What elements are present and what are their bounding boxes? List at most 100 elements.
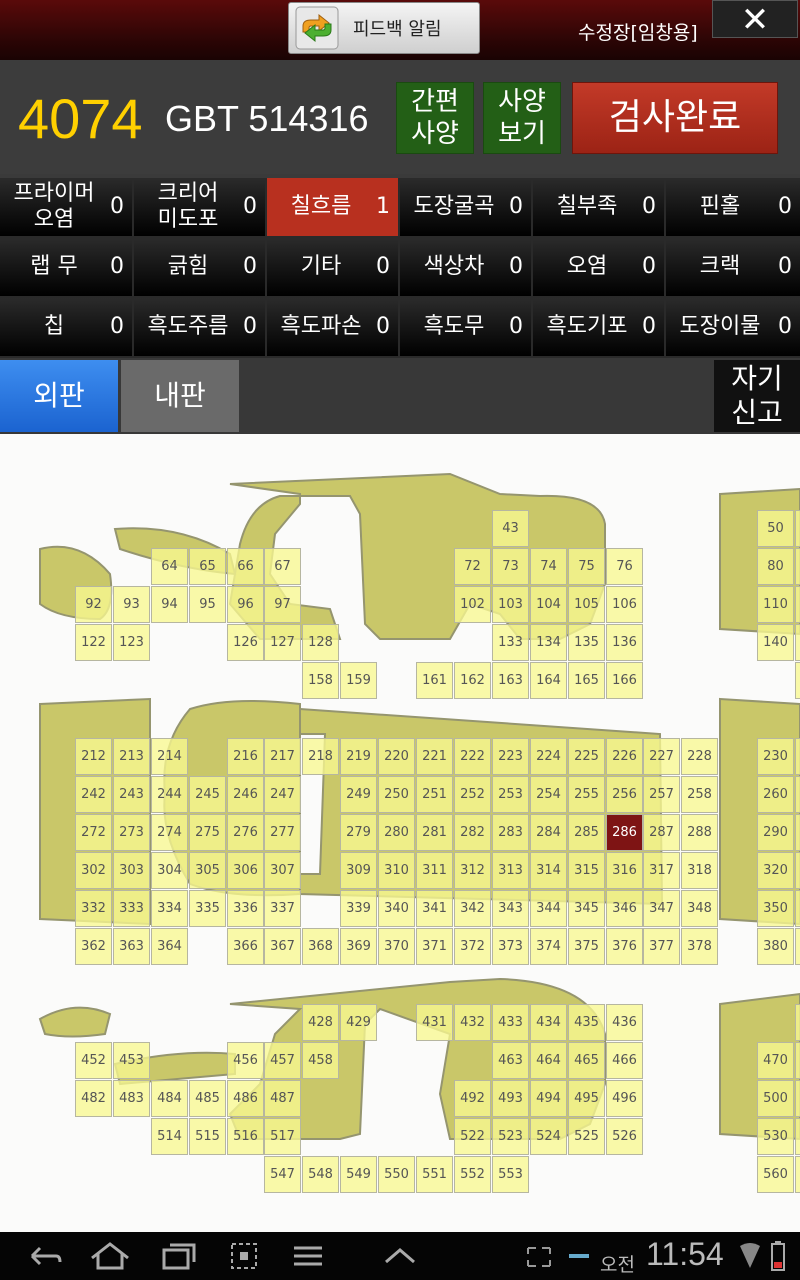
grid-cell[interactable]: 493	[492, 1080, 529, 1117]
menu-icon[interactable]	[290, 1232, 326, 1280]
grid-cell[interactable]: 128	[302, 624, 339, 661]
grid-cell[interactable]: 316	[606, 852, 643, 889]
grid-cell[interactable]: 213	[113, 738, 150, 775]
grid-cell[interactable]: 223	[492, 738, 529, 775]
grid-cell[interactable]: 72	[454, 548, 491, 585]
grid-cell[interactable]: 126	[227, 624, 264, 661]
grid-cell[interactable]: 525	[568, 1118, 605, 1155]
grid-cell[interactable]: 501	[795, 1080, 800, 1117]
defect-type-button[interactable]: 흑도기포 0	[533, 298, 664, 356]
grid-cell[interactable]: 284	[530, 814, 567, 851]
inspection-complete-button[interactable]: 검사완료	[572, 82, 778, 154]
grid-cell[interactable]: 158	[302, 662, 339, 699]
grid-cell[interactable]: 227	[643, 738, 680, 775]
grid-cell[interactable]: 222	[454, 738, 491, 775]
grid-cell[interactable]: 340	[378, 890, 415, 927]
grid-cell[interactable]: 283	[492, 814, 529, 851]
grid-cell[interactable]: 272	[75, 814, 112, 851]
tab-inner-panel[interactable]: 내판	[121, 360, 239, 432]
grid-cell[interactable]: 43	[492, 510, 529, 547]
grid-cell[interactable]: 253	[492, 776, 529, 813]
grid-cell[interactable]: 370	[378, 928, 415, 965]
grid-cell[interactable]: 372	[454, 928, 491, 965]
grid-cell[interactable]: 245	[189, 776, 226, 813]
defect-type-button[interactable]: 흑도무 0	[400, 298, 531, 356]
grid-cell[interactable]: 305	[189, 852, 226, 889]
grid-cell[interactable]: 343	[492, 890, 529, 927]
grid-cell[interactable]: 363	[113, 928, 150, 965]
grid-cell[interactable]: 307	[264, 852, 301, 889]
grid-cell[interactable]: 381	[795, 928, 800, 965]
grid-cell[interactable]: 345	[568, 890, 605, 927]
grid-cell[interactable]: 492	[454, 1080, 491, 1117]
grid-cell[interactable]: 486	[227, 1080, 264, 1117]
grid-cell[interactable]: 64	[151, 548, 188, 585]
grid-cell[interactable]: 522	[454, 1118, 491, 1155]
grid-cell[interactable]: 220	[378, 738, 415, 775]
grid-cell[interactable]: 103	[492, 586, 529, 623]
grid-cell[interactable]: 281	[416, 814, 453, 851]
feedback-notification-button[interactable]: 피드백 알림	[288, 2, 480, 54]
grid-cell[interactable]: 76	[606, 548, 643, 585]
grid-cell[interactable]: 95	[189, 586, 226, 623]
grid-cell[interactable]: 344	[530, 890, 567, 927]
grid-cell[interactable]: 244	[151, 776, 188, 813]
grid-cell[interactable]: 560	[757, 1156, 794, 1193]
defect-type-button[interactable]: 색상차 0	[400, 238, 531, 296]
defect-type-button[interactable]: 오염 0	[533, 238, 664, 296]
grid-cell[interactable]: 123	[113, 624, 150, 661]
grid-cell[interactable]: 127	[264, 624, 301, 661]
grid-cell[interactable]: 524	[530, 1118, 567, 1155]
grid-cell[interactable]: 134	[530, 624, 567, 661]
grid-cell[interactable]: 136	[606, 624, 643, 661]
grid-cell[interactable]: 471	[795, 1042, 800, 1079]
grid-cell[interactable]: 261	[795, 776, 800, 813]
grid-cell[interactable]: 453	[113, 1042, 150, 1079]
grid-cell[interactable]: 378	[681, 928, 718, 965]
grid-cell[interactable]: 470	[757, 1042, 794, 1079]
grid-cell[interactable]: 456	[227, 1042, 264, 1079]
grid-cell[interactable]: 500	[757, 1080, 794, 1117]
grid-cell[interactable]: 334	[151, 890, 188, 927]
grid-cell[interactable]: 75	[568, 548, 605, 585]
grid-cell[interactable]: 321	[795, 852, 800, 889]
grid-cell[interactable]: 483	[113, 1080, 150, 1117]
grid-cell[interactable]: 342	[454, 890, 491, 927]
grid-cell[interactable]: 135	[568, 624, 605, 661]
grid-cell[interactable]: 66	[227, 548, 264, 585]
grid-cell[interactable]: 428	[302, 1004, 339, 1041]
defect-type-button[interactable]: 랩 무 0	[0, 238, 132, 296]
grid-cell[interactable]: 373	[492, 928, 529, 965]
grid-cell[interactable]: 285	[568, 814, 605, 851]
grid-cell[interactable]: 256	[606, 776, 643, 813]
grid-cell[interactable]: 312	[454, 852, 491, 889]
grid-cell[interactable]: 452	[75, 1042, 112, 1079]
grid-cell[interactable]: 247	[264, 776, 301, 813]
grid-cell[interactable]: 494	[530, 1080, 567, 1117]
grid-cell[interactable]: 337	[264, 890, 301, 927]
grid-cell[interactable]: 320	[757, 852, 794, 889]
recent-apps-icon[interactable]	[158, 1232, 198, 1280]
grid-cell[interactable]: 255	[568, 776, 605, 813]
defect-type-button[interactable]: 기타 0	[267, 238, 398, 296]
grid-cell[interactable]: 364	[151, 928, 188, 965]
grid-cell[interactable]: 341	[416, 890, 453, 927]
grid-cell[interactable]: 51	[795, 510, 800, 547]
grid-cell[interactable]: 243	[113, 776, 150, 813]
defect-type-button[interactable]: 긁힘 0	[134, 238, 265, 296]
grid-cell[interactable]: 111	[795, 586, 800, 623]
grid-cell[interactable]: 94	[151, 586, 188, 623]
grid-cell[interactable]: 246	[227, 776, 264, 813]
grid-cell[interactable]: 434	[530, 1004, 567, 1041]
grid-cell[interactable]: 260	[757, 776, 794, 813]
grid-cell[interactable]: 217	[264, 738, 301, 775]
grid-cell[interactable]: 73	[492, 548, 529, 585]
defect-type-button[interactable]: 크랙 0	[666, 238, 800, 296]
grid-cell[interactable]: 531	[795, 1118, 800, 1155]
close-button[interactable]: ✕	[712, 0, 798, 39]
grid-cell[interactable]: 561	[795, 1156, 800, 1193]
grid-cell[interactable]: 369	[340, 928, 377, 965]
chevron-up-icon[interactable]	[382, 1232, 418, 1280]
grid-cell[interactable]: 377	[643, 928, 680, 965]
back-icon[interactable]	[26, 1232, 66, 1280]
